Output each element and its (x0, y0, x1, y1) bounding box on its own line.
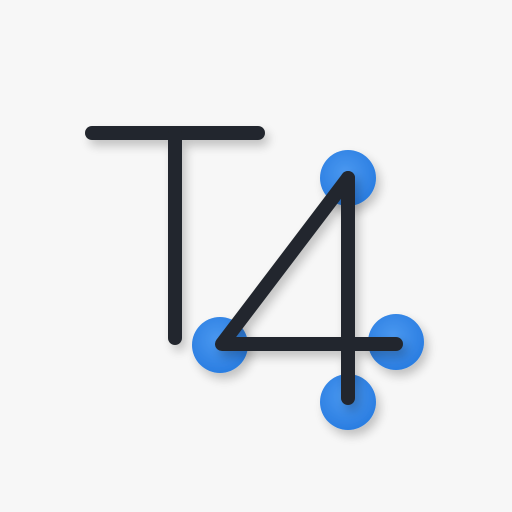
t4-logo-icon (85, 126, 424, 430)
logo-canvas (0, 0, 512, 512)
four-diagonal-and-bar (215, 171, 403, 351)
